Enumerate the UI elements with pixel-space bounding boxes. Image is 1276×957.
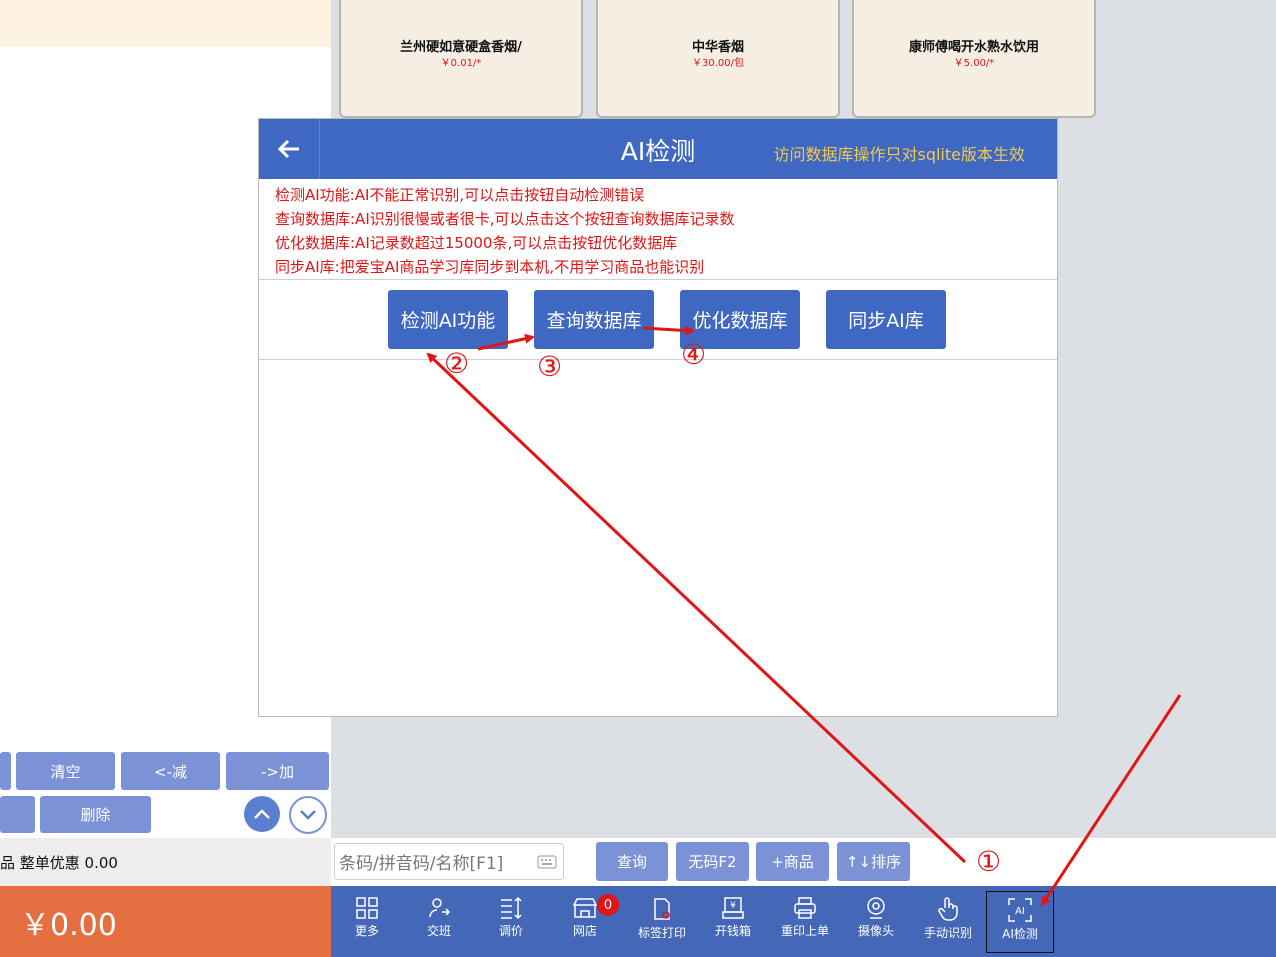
tool-label: 重印上单 xyxy=(780,924,829,938)
description-line: 检测AI功能:AI不能正常识别,可以点击按钮自动检测错误 xyxy=(275,186,645,204)
no-code-button[interactable]: 无码F2 xyxy=(676,842,749,881)
annotation-step-2: ② xyxy=(444,347,470,380)
dialog-header: AI检测 访问数据库操作只对sqlite版本生效 xyxy=(259,119,1057,179)
tool-ai-detect[interactable]: AI AI检测 xyxy=(986,891,1054,953)
tool-label: 更多 xyxy=(354,924,379,938)
tool-label: 交班 xyxy=(426,924,451,938)
description-line: 同步AI库:把爱宝AI商品学习库同步到本机,不用学习商品也能识别 xyxy=(275,258,705,276)
cart-header-strip xyxy=(0,0,331,47)
tool-label: 手动识别 xyxy=(923,926,972,940)
shop-icon xyxy=(572,898,598,918)
description-line: 优化数据库:AI记录数超过15000条,可以点击按钮优化数据库 xyxy=(275,234,678,252)
bottom-toolbar: 更多 交班 调价 网店 标签打印 ¥ 开钱箱 重印上单 摄像头 手动识别 AI … xyxy=(331,886,1276,957)
tool-label-print[interactable]: 标签打印 xyxy=(629,886,695,957)
ai-scan-icon: AI xyxy=(1008,898,1032,922)
tool-more[interactable]: 更多 xyxy=(337,886,397,957)
query-button[interactable]: 查询 xyxy=(596,842,668,881)
tool-camera[interactable]: 摄像头 xyxy=(846,886,906,957)
printer-icon xyxy=(794,897,816,919)
tool-label: 调价 xyxy=(498,924,523,938)
annotation-step-1: ① xyxy=(976,845,1002,878)
description-line: 查询数据库:AI识别很慢或者很卡,可以点击这个按钮查询数据库记录数 xyxy=(275,210,735,228)
scroll-down-button[interactable] xyxy=(289,796,327,834)
decrease-button[interactable]: <-减 xyxy=(121,752,220,790)
tool-label: 标签打印 xyxy=(637,926,686,940)
divider xyxy=(259,359,1057,360)
check-ai-button[interactable]: 检测AI功能 xyxy=(388,290,508,349)
hand-tap-icon xyxy=(938,897,958,921)
product-name: 康师傅喝开水熟水饮用 xyxy=(908,40,1039,55)
grid-icon xyxy=(356,897,378,919)
cash-box-icon: ¥ xyxy=(722,897,744,919)
tool-manual-recognize[interactable]: 手动识别 xyxy=(917,886,979,957)
product-name: 兰州硬如意硬盒香烟/ xyxy=(400,40,522,55)
annotation-step-3: ③ xyxy=(537,350,563,383)
tool-label: 网店 xyxy=(572,924,597,938)
camera-icon xyxy=(867,897,885,919)
svg-text:¥: ¥ xyxy=(730,901,736,911)
keypad-partial-button[interactable] xyxy=(0,752,11,790)
product-price: ￥30.00/包 xyxy=(692,58,744,69)
chevron-down-icon xyxy=(300,810,316,820)
clear-button[interactable]: 清空 xyxy=(16,752,115,790)
sync-ai-library-button[interactable]: 同步AI库 xyxy=(826,290,946,349)
product-price: ￥5.00/* xyxy=(953,58,995,69)
product-card[interactable]: 兰州硬如意硬盒香烟/ ￥0.01/* xyxy=(339,0,583,118)
product-name: 中华香烟 xyxy=(691,40,744,55)
chevron-up-icon xyxy=(254,809,270,819)
discount-summary: 品 整单优惠 0.00 xyxy=(0,838,331,886)
annotation-step-4: ④ xyxy=(681,338,707,371)
product-card[interactable]: 康师傅喝开水熟水饮用 ￥5.00/* xyxy=(852,0,1096,118)
tool-label: 摄像头 xyxy=(857,924,894,938)
delete-button[interactable]: 删除 xyxy=(40,796,151,833)
tool-label: AI检测 xyxy=(1002,927,1038,941)
label-print-icon xyxy=(654,898,670,920)
function-descriptions: 检测AI功能:AI不能正常识别,可以点击按钮自动检测错误 查询数据库:AI识别很… xyxy=(275,183,735,279)
search-row: 条码/拼音码/名称[F1] 查询 无码F2 +商品 ↑↓排序 xyxy=(331,838,1276,886)
product-price: ￥0.01/* xyxy=(440,58,482,69)
keypad-partial-button-2[interactable] xyxy=(0,796,35,833)
dialog-note: 访问数据库操作只对sqlite版本生效 xyxy=(773,145,1025,164)
query-database-button[interactable]: 查询数据库 xyxy=(534,290,654,349)
tool-reprint[interactable]: 重印上单 xyxy=(775,886,835,957)
sort-button[interactable]: ↑↓排序 xyxy=(837,842,910,881)
product-card[interactable]: 中华香烟 ￥30.00/包 xyxy=(596,0,840,118)
total-amount: ￥0.00 xyxy=(0,886,331,957)
tool-label: 开钱箱 xyxy=(714,924,751,938)
scroll-up-button[interactable] xyxy=(244,796,280,832)
tool-shift[interactable]: 交班 xyxy=(409,886,469,957)
search-input[interactable]: 条码/拼音码/名称[F1] xyxy=(334,843,564,880)
price-adjust-icon xyxy=(501,896,522,920)
ai-detect-dialog: AI检测 访问数据库操作只对sqlite版本生效 检测AI功能:AI不能正常识别… xyxy=(258,118,1058,717)
add-product-button[interactable]: +商品 xyxy=(756,842,829,881)
tool-open-cashbox[interactable]: ¥ 开钱箱 xyxy=(703,886,763,957)
increase-button[interactable]: ->加 xyxy=(226,752,329,790)
user-swap-icon xyxy=(429,898,451,918)
tool-price-adjust[interactable]: 调价 xyxy=(481,886,541,957)
shop-notification-badge: 0 xyxy=(597,894,619,916)
divider xyxy=(259,279,1057,280)
svg-text:AI: AI xyxy=(1015,906,1025,917)
keyboard-icon[interactable] xyxy=(537,852,557,870)
